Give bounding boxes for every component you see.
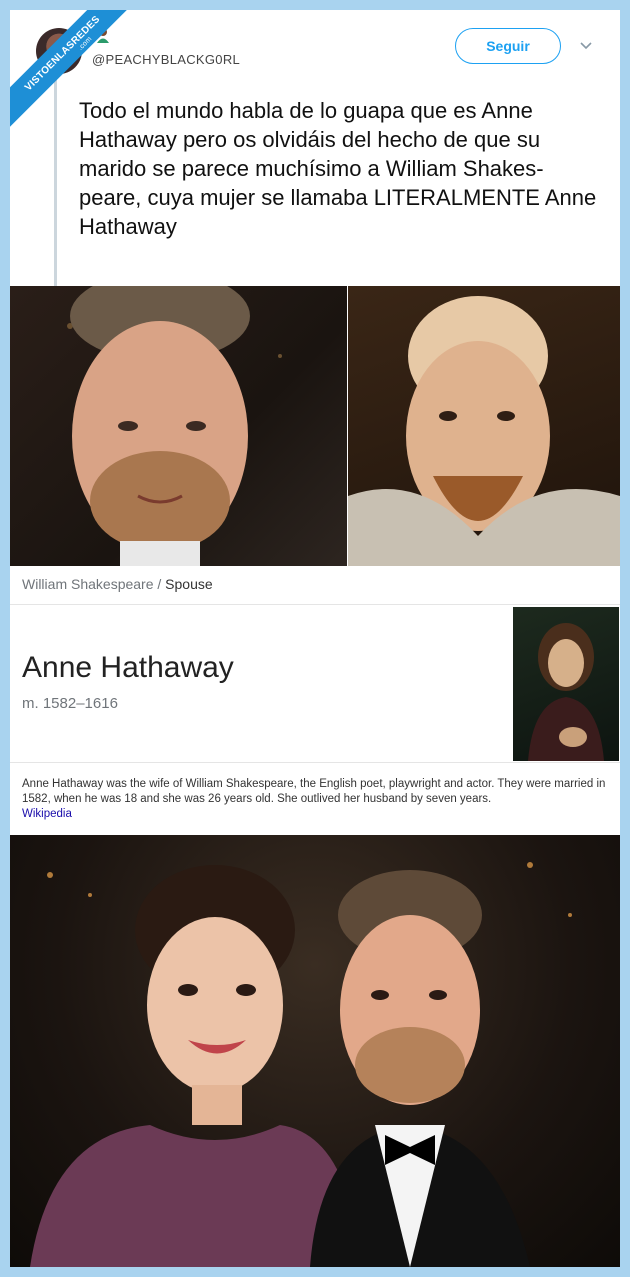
- photo-husband[interactable]: [10, 286, 347, 566]
- breadcrumb-separator: /: [157, 576, 162, 592]
- entity-dates: m. 1582–1616: [22, 695, 118, 712]
- follow-button[interactable]: Seguir: [455, 28, 561, 64]
- divider: [10, 604, 620, 605]
- wikipedia-link[interactable]: Wikipedia: [22, 808, 72, 820]
- entity-title: Anne Hathaway: [22, 651, 234, 684]
- entity-portrait[interactable]: [513, 607, 619, 761]
- breadcrumb: William Shakespeare / Spouse: [22, 576, 213, 592]
- entity-description: Anne Hathaway was the wife of William Sh…: [22, 777, 612, 822]
- divider: [10, 762, 620, 763]
- tweet-text: Todo el mundo habla de lo guapa que es A…: [79, 98, 597, 239]
- user-handle[interactable]: @PEACHYBLACKG0RL: [92, 52, 240, 67]
- description-text: Anne Hathaway was the wife of William Sh…: [22, 778, 606, 805]
- chevron-down-icon[interactable]: [580, 42, 592, 50]
- breadcrumb-parent[interactable]: William Shakespeare: [22, 576, 154, 592]
- thread-line: [54, 80, 57, 286]
- photo-shakespeare-portrait[interactable]: [348, 286, 620, 566]
- photo-couple[interactable]: [10, 835, 620, 1267]
- breadcrumb-current: Spouse: [165, 576, 213, 592]
- tweet-card: VISTOENLASREDES .com @PEACHYBLACKG0RL Seg…: [10, 10, 620, 1267]
